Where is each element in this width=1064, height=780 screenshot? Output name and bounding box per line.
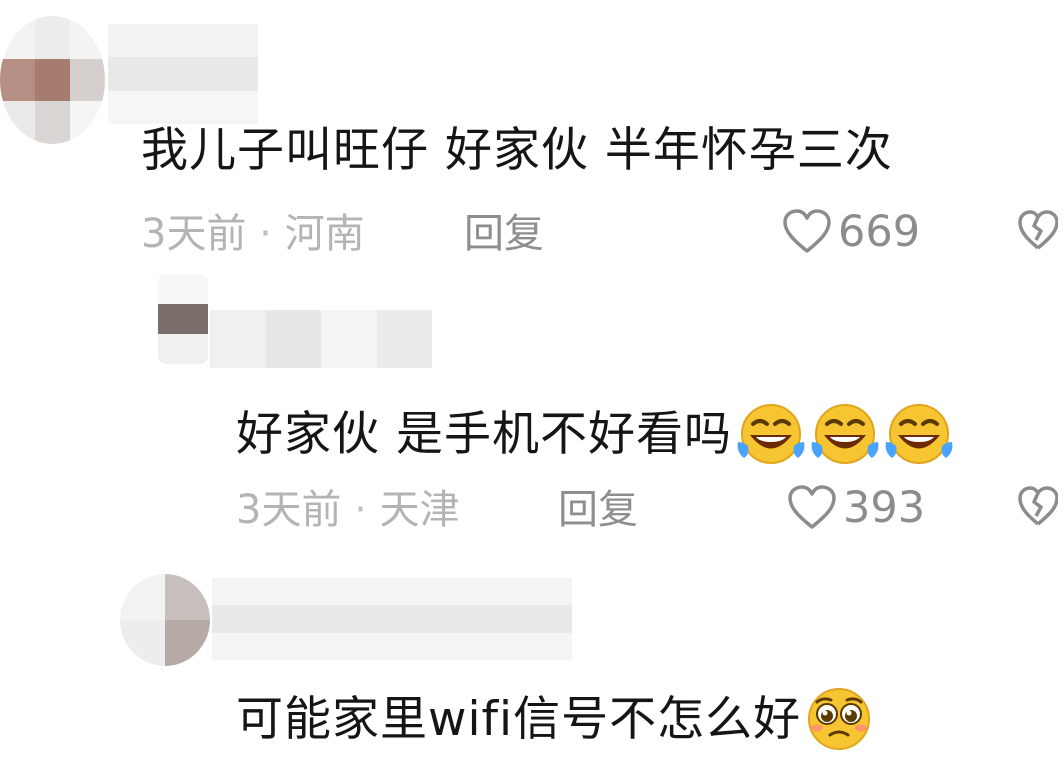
comment-text-content: 可能家里wifi信号不怎么好 bbox=[236, 691, 802, 747]
comment-location: 天津 bbox=[379, 487, 460, 533]
like-count: 669 bbox=[838, 206, 921, 257]
comment-meta: 3天前 · 河南 bbox=[141, 214, 365, 254]
comment-time: 3天前 bbox=[236, 487, 342, 533]
reply-button[interactable]: 回复 bbox=[558, 490, 638, 530]
comment-text: 我儿子叫旺仔 好家伙 半年怀孕三次 bbox=[141, 123, 893, 178]
avatar[interactable] bbox=[158, 274, 208, 364]
laugh-cry-emoji-icon bbox=[811, 404, 879, 464]
like-button[interactable]: 669 bbox=[782, 209, 920, 255]
avatar[interactable] bbox=[0, 16, 105, 144]
comment-text: 好家伙 是手机不好看吗 bbox=[236, 402, 956, 466]
username-blurred[interactable] bbox=[212, 578, 572, 660]
username-blurred[interactable] bbox=[210, 310, 432, 368]
comment-meta: 3天前 · 天津 bbox=[236, 490, 460, 530]
comment-location: 河南 bbox=[284, 211, 365, 257]
laugh-cry-emoji-icon bbox=[885, 404, 953, 464]
dislike-icon[interactable] bbox=[1018, 210, 1058, 252]
heart-icon bbox=[783, 209, 831, 253]
pleading-face-emoji-icon bbox=[808, 688, 871, 750]
avatar[interactable] bbox=[120, 574, 210, 666]
meta-separator: · bbox=[259, 211, 272, 257]
comment-text-content: 好家伙 是手机不好看吗 bbox=[236, 406, 732, 462]
heart-icon bbox=[788, 485, 836, 529]
reply-button[interactable]: 回复 bbox=[464, 214, 544, 254]
comment-text: 可能家里wifi信号不怎么好 bbox=[236, 686, 875, 752]
like-button[interactable]: 393 bbox=[787, 485, 925, 531]
meta-separator: · bbox=[354, 487, 367, 533]
dislike-icon[interactable] bbox=[1018, 486, 1058, 528]
username-blurred[interactable] bbox=[108, 24, 258, 124]
like-count: 393 bbox=[843, 482, 926, 533]
laugh-cry-emoji-icon bbox=[737, 404, 805, 464]
comment-time: 3天前 bbox=[141, 211, 247, 257]
